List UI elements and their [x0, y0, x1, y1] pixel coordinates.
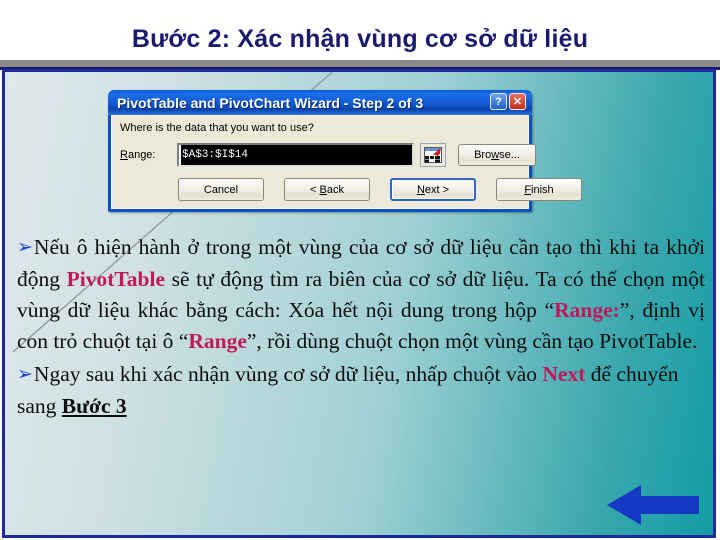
bullet-arrow-icon-2: ➢ [17, 364, 33, 385]
title-zone: Bước 2: Xác nhận vùng cơ sở dữ liệu [0, 0, 720, 58]
para1-emphasis-pivottable: PivotTable [66, 267, 165, 291]
dialog-prompt-label: Where is the data that you want to use? [120, 122, 314, 134]
bullet-paragraph-2: ➢Ngay sau khi xác nhận vùng cơ sở dữ liệ… [17, 359, 705, 422]
cancel-button[interactable]: Cancel [178, 178, 264, 201]
bullet-paragraph-1: ➢Nếu ô hiện hành ở trong một vùng của cơ… [17, 232, 705, 357]
slide: Bước 2: Xác nhận vùng cơ sở dữ liệu Pivo… [0, 0, 720, 540]
para2-emphasis-next: Next [542, 362, 586, 386]
page-title: Bước 2: Xác nhận vùng cơ sở dữ liệu [131, 25, 589, 53]
back-button[interactable]: < Back [284, 178, 370, 201]
dialog-body: Where is the data that you want to use? … [111, 115, 582, 209]
next-button[interactable]: Next > [390, 178, 476, 201]
dialog-window-buttons: ? ✕ [490, 93, 526, 110]
para1-emphasis-range: Range [188, 329, 247, 353]
pivottable-wizard-dialog: PivotTable and PivotChart Wizard - Step … [108, 90, 582, 212]
bullet-arrow-icon: ➢ [17, 237, 33, 258]
cancel-button-label: Cancel [203, 183, 239, 196]
finish-button-label: Finish [524, 183, 554, 196]
help-icon[interactable]: ? [490, 93, 507, 110]
dialog-title: PivotTable and PivotChart Wizard - Step … [117, 94, 424, 111]
title-divider-gray [0, 60, 720, 67]
para1-emphasis-range-colon: Range: [554, 298, 620, 322]
browse-button-label: Browse... [474, 149, 520, 161]
para2-text1: Ngay sau khi xác nhận vùng cơ sở dữ liệu… [33, 362, 543, 386]
next-button-label: Next > [416, 183, 450, 196]
para2-emphasis-step3: Bước 3 [61, 394, 127, 418]
range-input-value: $A$3:$I$14 [181, 145, 412, 165]
body-text: ➢Nếu ô hiện hành ở trong một vùng của cơ… [17, 232, 705, 422]
range-select-icon[interactable] [420, 143, 446, 167]
range-label: Range: [120, 149, 156, 161]
range-row: Range: $A$3:$I$14 Browse... [120, 143, 536, 169]
back-arrow-icon[interactable] [605, 481, 701, 529]
browse-button[interactable]: Browse... [458, 144, 536, 166]
para1-text4: ”, rồi dùng chuột chọn một vùng cần tạo … [246, 329, 698, 353]
dialog-titlebar[interactable]: PivotTable and PivotChart Wizard - Step … [108, 90, 532, 115]
range-select-glyph [424, 147, 442, 163]
dialog-button-row: Cancel < Back Next > Finish [120, 178, 582, 201]
finish-button[interactable]: Finish [496, 178, 582, 201]
content-panel: PivotTable and PivotChart Wizard - Step … [2, 69, 716, 538]
range-input[interactable]: $A$3:$I$14 [177, 143, 414, 167]
close-icon[interactable]: ✕ [509, 93, 526, 110]
back-button-label: < Back [310, 183, 344, 196]
